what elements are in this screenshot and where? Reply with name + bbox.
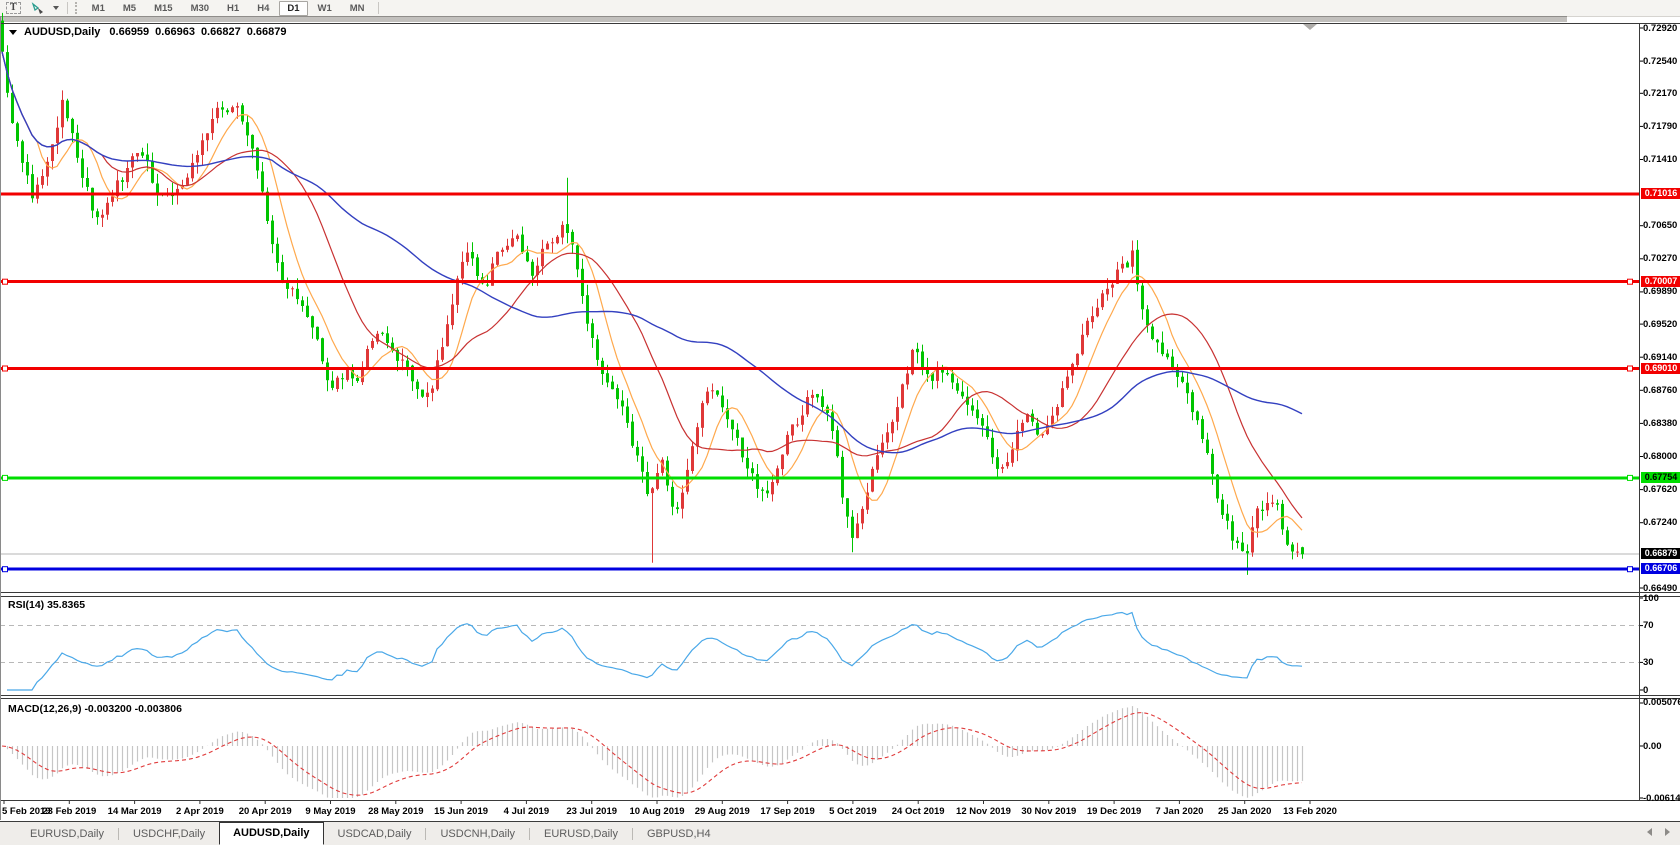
horizontal-level-line[interactable] — [0, 279, 1639, 284]
chart-tab-eurusd-daily[interactable]: EURUSD,Daily — [530, 824, 632, 844]
chart-tab-usdcad-daily[interactable]: USDCAD,Daily — [324, 824, 426, 844]
quote-high: 0.66963 — [155, 26, 195, 38]
quote-open: 0.66959 — [109, 26, 149, 38]
horizontal-level-line[interactable] — [0, 366, 1639, 371]
line-handle — [1628, 567, 1633, 572]
tab-scroll-arrows — [1647, 828, 1670, 836]
chart-canvas[interactable] — [0, 0, 1680, 845]
chart-tab-usdchf-daily[interactable]: USDCHF,Daily — [119, 824, 219, 844]
chart-tab-bar: EURUSD,DailyUSDCHF,DailyAUDUSD,DailyUSDC… — [0, 821, 1680, 845]
macd-indicator-label: MACD(12,26,9) -0.003200 -0.003806 — [8, 703, 182, 715]
chart-tab-usdcnh-daily[interactable]: USDCNH,Daily — [426, 824, 529, 844]
ohlc-quote: 0.66959 0.66963 0.66827 0.66879 — [109, 26, 292, 38]
tab-scroll-right-icon[interactable] — [1665, 828, 1670, 836]
collapse-icon[interactable] — [9, 30, 17, 35]
chart-tab-audusd-daily[interactable]: AUDUSD,Daily — [219, 822, 323, 845]
line-handle — [3, 567, 8, 572]
horizontal-level-line[interactable] — [0, 567, 1639, 572]
chart-title: AUDUSD,Daily 0.66959 0.66963 0.66827 0.6687… — [9, 26, 292, 38]
quote-close: 0.66879 — [247, 26, 287, 38]
shift-marker-icon — [1303, 24, 1317, 30]
line-handle — [1628, 279, 1633, 284]
chart-tab-eurusd-daily[interactable]: EURUSD,Daily — [16, 824, 118, 844]
line-handle — [1628, 366, 1633, 371]
candlesticks — [1, 13, 1304, 575]
rsi-indicator-label: RSI(14) 35.8365 — [8, 599, 85, 611]
metatrader-window: T M1M5M15M30H1H4D1W1MN 0.710160.700070.6… — [0, 0, 1680, 845]
line-handle — [3, 279, 8, 284]
line-handle — [1628, 475, 1633, 480]
rsi-line — [7, 613, 1302, 691]
tab-scroll-left-icon[interactable] — [1647, 828, 1652, 836]
line-handle — [3, 475, 8, 480]
ma-slow-line — [2, 52, 1302, 453]
quote-low: 0.66827 — [201, 26, 241, 38]
rsi-levels — [0, 626, 1639, 663]
line-handle — [3, 366, 8, 371]
chart-tab-gbpusd-h4[interactable]: GBPUSD,H4 — [633, 824, 725, 844]
horizontal-level-line[interactable] — [0, 475, 1639, 480]
symbol-period-label: AUDUSD,Daily — [24, 26, 100, 38]
